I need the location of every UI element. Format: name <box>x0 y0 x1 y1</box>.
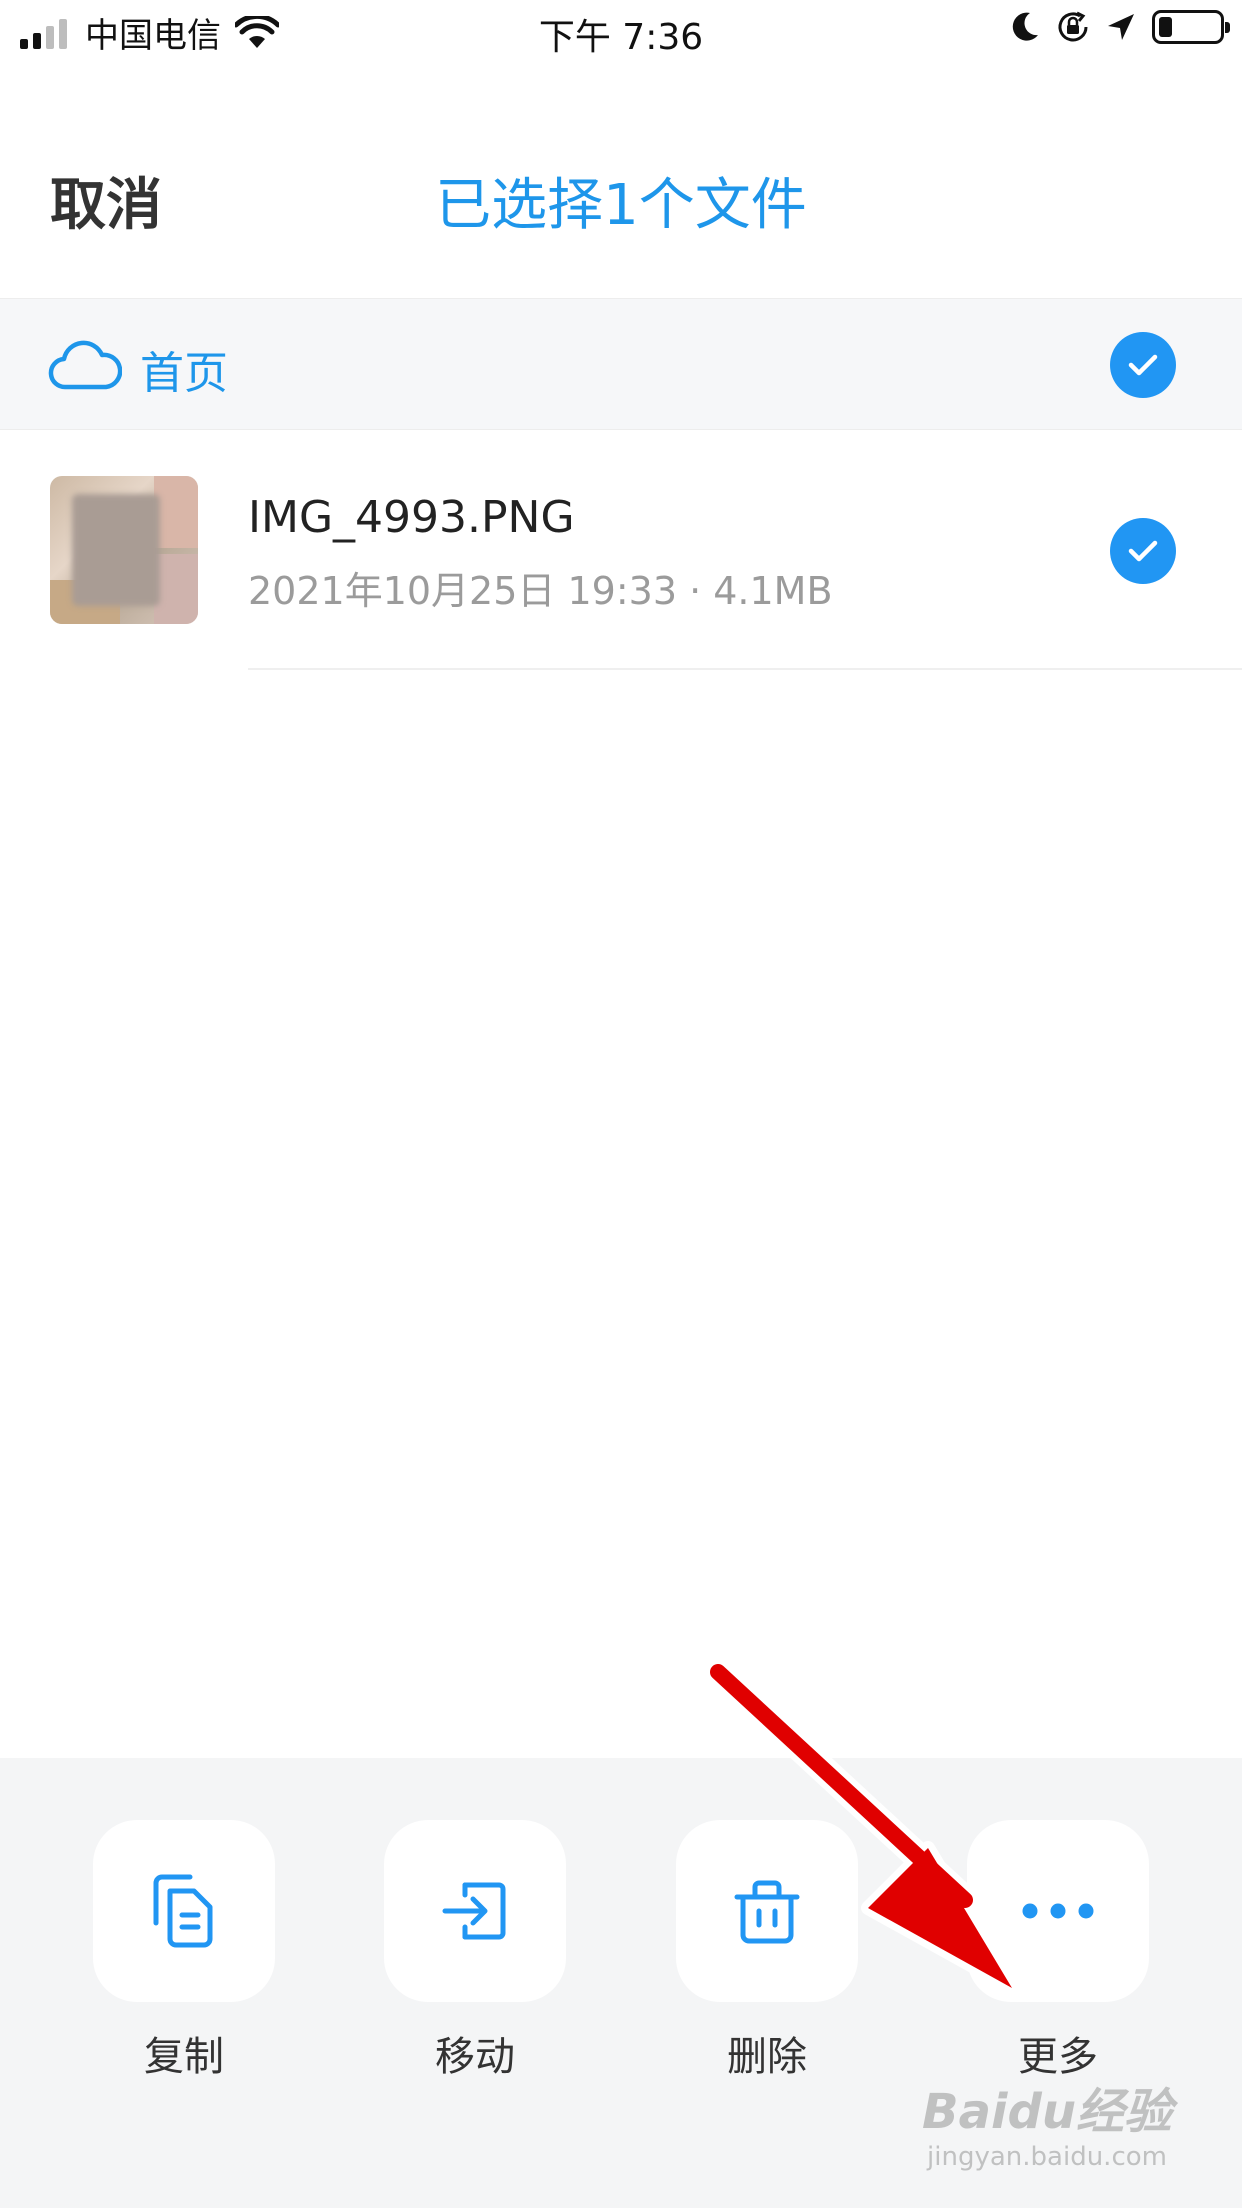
move-tile[interactable] <box>384 1820 566 2002</box>
status-right <box>1010 10 1230 44</box>
check-icon <box>1128 540 1158 562</box>
more-icon <box>1022 1903 1094 1919</box>
check-icon <box>1128 354 1158 376</box>
delete-button[interactable]: 删除 <box>676 1820 858 2082</box>
file-name: IMG_4993.PNG <box>248 492 575 543</box>
page-title: 已选择1个文件 <box>435 173 807 238</box>
watermark-main: Baidu经验 <box>922 2084 1172 2140</box>
orientation-lock-icon <box>1058 11 1088 42</box>
folder-row-home[interactable]: 首页 <box>0 298 1242 430</box>
copy-button[interactable]: 复制 <box>93 1820 275 2082</box>
more-tile[interactable] <box>967 1820 1149 2002</box>
battery-icon <box>1152 10 1230 44</box>
delete-icon <box>734 1880 800 1944</box>
copy-tile[interactable] <box>93 1820 275 2002</box>
file-list-item[interactable]: IMG_4993.PNG 2021年10月25日 19:33 · 4.1MB <box>0 430 1242 670</box>
delete-tile[interactable] <box>676 1820 858 2002</box>
delete-label: 删除 <box>727 2034 807 2080</box>
copy-icon <box>153 1874 213 1948</box>
divider <box>248 668 1242 670</box>
file-thumbnail <box>50 476 198 624</box>
cloud-icon <box>48 340 122 390</box>
baidu-watermark: Baidu经验 jingyan.baidu.com <box>922 2072 1172 2172</box>
move-icon <box>442 1882 506 1940</box>
copy-label: 复制 <box>144 2034 224 2080</box>
more-button[interactable]: 更多 <box>967 1820 1149 2082</box>
folder-checkmark[interactable] <box>1110 332 1176 398</box>
move-button[interactable]: 移动 <box>384 1820 566 2082</box>
watermark-sub: jingyan.baidu.com <box>927 2142 1167 2172</box>
selection-header: 取消 已选择1个文件 <box>0 62 1242 298</box>
file-meta: 2021年10月25日 19:33 · 4.1MB <box>248 569 833 613</box>
location-icon <box>1108 14 1134 40</box>
breadcrumb-label: 首页 <box>140 348 228 399</box>
moon-icon <box>1012 12 1038 41</box>
move-label: 移动 <box>435 2034 515 2080</box>
status-bar: 中国电信 下午 7:36 <box>0 0 1242 62</box>
file-checkmark[interactable] <box>1110 518 1176 584</box>
